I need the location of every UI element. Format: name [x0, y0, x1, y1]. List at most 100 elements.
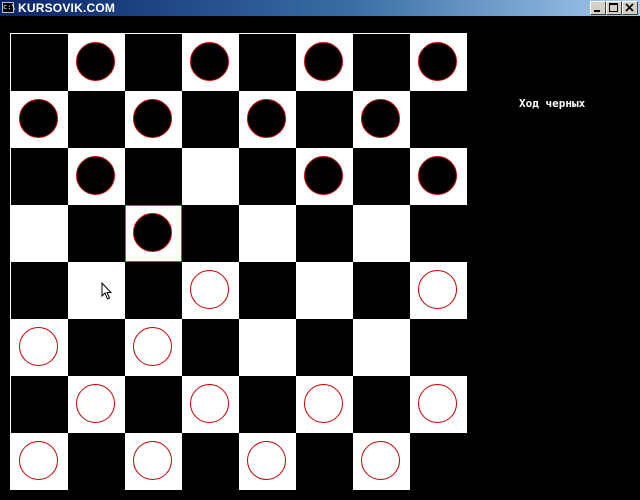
- board-cell-r1c7[interactable]: [410, 91, 467, 148]
- board-grid: [11, 34, 467, 490]
- board-cell-r4c5[interactable]: [296, 262, 353, 319]
- board-cell-r5c6[interactable]: [353, 319, 410, 376]
- close-button[interactable]: [622, 1, 638, 15]
- white-checker-piece[interactable]: [304, 384, 343, 423]
- board-cell-r2c5[interactable]: [296, 148, 353, 205]
- black-checker-piece[interactable]: [304, 42, 343, 81]
- board-cell-r5c0[interactable]: [11, 319, 68, 376]
- maximize-icon: [609, 3, 618, 12]
- white-checker-piece[interactable]: [19, 441, 58, 480]
- board-cell-r1c0[interactable]: [11, 91, 68, 148]
- board-cell-r7c4[interactable]: [239, 433, 296, 490]
- board-cell-r0c6[interactable]: [353, 34, 410, 91]
- white-checker-piece[interactable]: [133, 441, 172, 480]
- white-checker-piece[interactable]: [190, 384, 229, 423]
- black-checker-piece[interactable]: [361, 99, 400, 138]
- white-checker-piece[interactable]: [361, 441, 400, 480]
- black-checker-piece[interactable]: [76, 42, 115, 81]
- board-cell-r0c7[interactable]: [410, 34, 467, 91]
- board-cell-r4c0[interactable]: [11, 262, 68, 319]
- board-cell-r4c7[interactable]: [410, 262, 467, 319]
- black-checker-piece[interactable]: [418, 42, 457, 81]
- white-checker-piece[interactable]: [418, 270, 457, 309]
- board-cell-r7c3[interactable]: [182, 433, 239, 490]
- board-cell-r0c1[interactable]: [68, 34, 125, 91]
- board-cell-r1c1[interactable]: [68, 91, 125, 148]
- white-checker-piece[interactable]: [133, 327, 172, 366]
- board-cell-r1c2[interactable]: [125, 91, 182, 148]
- white-checker-piece[interactable]: [190, 270, 229, 309]
- board-cell-r6c4[interactable]: [239, 376, 296, 433]
- board-cell-r7c2[interactable]: [125, 433, 182, 490]
- minimize-icon: [594, 10, 600, 12]
- white-checker-piece[interactable]: [247, 441, 286, 480]
- board-cell-r7c5[interactable]: [296, 433, 353, 490]
- board-cell-r1c6[interactable]: [353, 91, 410, 148]
- board-cell-r3c6[interactable]: [353, 205, 410, 262]
- black-checker-piece[interactable]: [133, 99, 172, 138]
- board-cell-r3c0[interactable]: [11, 205, 68, 262]
- board-cell-r2c7[interactable]: [410, 148, 467, 205]
- board-cell-r3c1[interactable]: [68, 205, 125, 262]
- mouse-pointer-icon: [101, 282, 113, 300]
- minimize-button[interactable]: [590, 1, 606, 15]
- board-cell-r1c5[interactable]: [296, 91, 353, 148]
- board-cell-r1c3[interactable]: [182, 91, 239, 148]
- board-cell-r7c0[interactable]: [11, 433, 68, 490]
- board-cell-r4c2[interactable]: [125, 262, 182, 319]
- board-cell-r5c7[interactable]: [410, 319, 467, 376]
- black-checker-piece[interactable]: [304, 156, 343, 195]
- board-cell-r5c3[interactable]: [182, 319, 239, 376]
- board-cell-r4c6[interactable]: [353, 262, 410, 319]
- board-cell-r1c4[interactable]: [239, 91, 296, 148]
- white-checker-piece[interactable]: [76, 384, 115, 423]
- board-cell-r0c2[interactable]: [125, 34, 182, 91]
- board-cell-r2c3[interactable]: [182, 148, 239, 205]
- black-checker-piece[interactable]: [76, 156, 115, 195]
- board-cell-r6c0[interactable]: [11, 376, 68, 433]
- black-checker-piece[interactable]: [247, 99, 286, 138]
- white-checker-piece[interactable]: [418, 384, 457, 423]
- checkers-board: [10, 33, 467, 490]
- board-cell-r7c1[interactable]: [68, 433, 125, 490]
- board-cell-r3c3[interactable]: [182, 205, 239, 262]
- board-cell-r3c7[interactable]: [410, 205, 467, 262]
- board-cell-r5c1[interactable]: [68, 319, 125, 376]
- board-cell-r7c7[interactable]: [410, 433, 467, 490]
- close-icon: [625, 3, 634, 12]
- white-checker-piece[interactable]: [19, 327, 58, 366]
- window-title: KURSOVIK.COM: [18, 1, 116, 15]
- board-cell-r2c1[interactable]: [68, 148, 125, 205]
- board-cell-r3c5[interactable]: [296, 205, 353, 262]
- black-checker-piece[interactable]: [190, 42, 229, 81]
- board-cell-r6c7[interactable]: [410, 376, 467, 433]
- board-cell-r6c2[interactable]: [125, 376, 182, 433]
- board-cell-r5c4[interactable]: [239, 319, 296, 376]
- board-cell-r3c2[interactable]: [125, 205, 182, 262]
- board-cell-r6c1[interactable]: [68, 376, 125, 433]
- console-icon[interactable]: c:\: [2, 2, 16, 13]
- board-cell-r4c1[interactable]: [68, 262, 125, 319]
- black-checker-piece[interactable]: [19, 99, 58, 138]
- title-bar: c:\ KURSOVIK.COM: [0, 0, 640, 16]
- board-cell-r0c0[interactable]: [11, 34, 68, 91]
- board-cell-r0c3[interactable]: [182, 34, 239, 91]
- board-cell-r6c3[interactable]: [182, 376, 239, 433]
- board-cell-r2c6[interactable]: [353, 148, 410, 205]
- board-cell-r2c4[interactable]: [239, 148, 296, 205]
- black-checker-piece[interactable]: [133, 213, 172, 252]
- board-cell-r5c5[interactable]: [296, 319, 353, 376]
- board-cell-r6c6[interactable]: [353, 376, 410, 433]
- board-cell-r4c3[interactable]: [182, 262, 239, 319]
- board-cell-r0c5[interactable]: [296, 34, 353, 91]
- board-cell-r6c5[interactable]: [296, 376, 353, 433]
- board-cell-r7c6[interactable]: [353, 433, 410, 490]
- board-cell-r2c0[interactable]: [11, 148, 68, 205]
- maximize-button[interactable]: [606, 1, 622, 15]
- board-cell-r4c4[interactable]: [239, 262, 296, 319]
- board-cell-r0c4[interactable]: [239, 34, 296, 91]
- board-cell-r2c2[interactable]: [125, 148, 182, 205]
- board-cell-r5c2[interactable]: [125, 319, 182, 376]
- board-cell-r3c4[interactable]: [239, 205, 296, 262]
- black-checker-piece[interactable]: [418, 156, 457, 195]
